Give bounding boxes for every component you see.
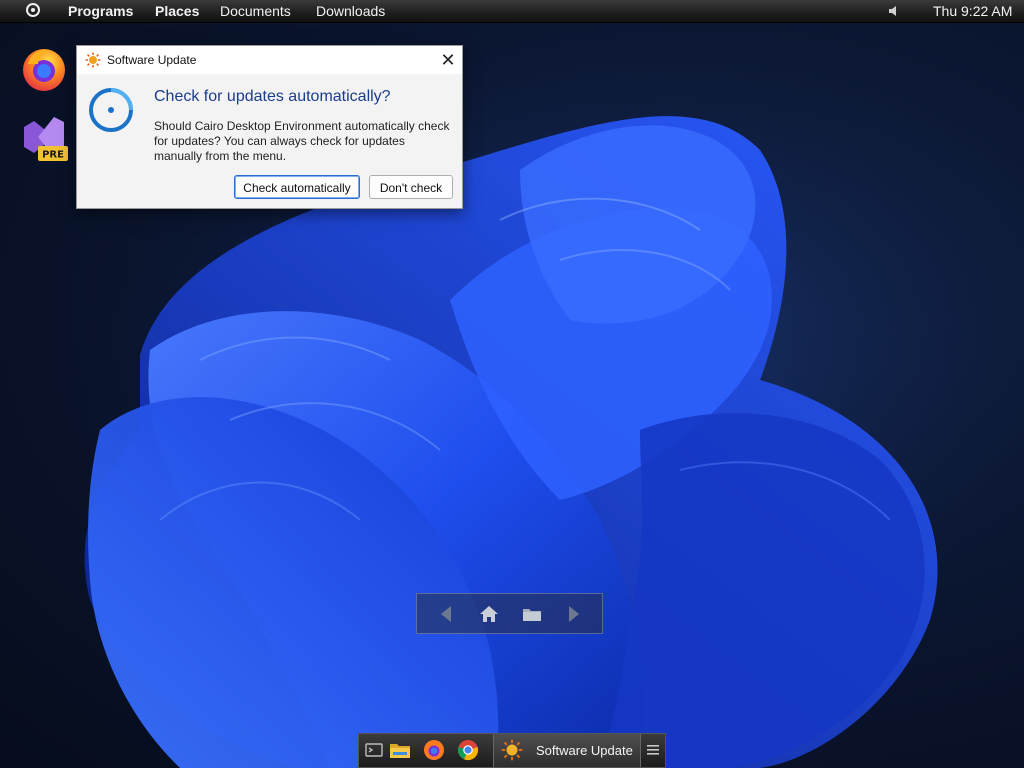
- pre-badge: PRE: [42, 150, 64, 161]
- visual-studio-preview-icon[interactable]: PRE: [20, 113, 68, 161]
- close-icon[interactable]: ✕: [437, 50, 459, 70]
- chrome-icon[interactable]: [457, 739, 479, 761]
- terminal-icon[interactable]: [363, 739, 385, 761]
- software-update-dialog: Software Update ✕ Check for updates auto…: [76, 45, 463, 209]
- menu-documents[interactable]: Documents: [220, 3, 291, 19]
- dont-check-button[interactable]: Don't check: [369, 175, 453, 199]
- desktop: Programs Places Documents Downloads Thu …: [0, 0, 1024, 768]
- firefox-icon[interactable]: [423, 739, 445, 761]
- desktop-navigation-widget: [416, 593, 603, 634]
- home-icon[interactable]: [477, 602, 501, 626]
- forward-arrow-icon[interactable]: [561, 602, 585, 626]
- sun-gear-icon: [501, 739, 523, 761]
- dialog-heading: Check for updates automatically?: [154, 88, 391, 105]
- check-automatically-button[interactable]: Check automatically: [234, 175, 360, 199]
- menu-places[interactable]: Places: [155, 3, 199, 19]
- firefox-icon[interactable]: [20, 44, 68, 92]
- volume-icon[interactable]: [888, 4, 902, 18]
- file-explorer-icon[interactable]: [389, 739, 411, 761]
- menu-bar: Programs Places Documents Downloads Thu …: [0, 0, 1024, 23]
- dialog-titlebar[interactable]: Software Update ✕: [77, 46, 462, 74]
- menu-programs[interactable]: Programs: [68, 3, 133, 19]
- taskbar-menu-icon[interactable]: [647, 743, 659, 757]
- taskbar-task-software-update[interactable]: Software Update: [493, 734, 641, 767]
- back-arrow-icon[interactable]: [435, 602, 459, 626]
- dialog-message: Should Cairo Desktop Environment automat…: [154, 119, 450, 163]
- folder-icon[interactable]: [520, 602, 544, 626]
- clock[interactable]: Thu 9:22 AM: [933, 3, 1012, 19]
- cairo-update-icon: [89, 88, 133, 132]
- taskbar-task-label: Software Update: [536, 743, 633, 758]
- sun-gear-icon: [85, 52, 101, 68]
- taskbar: Software Update: [358, 733, 666, 768]
- cairo-logo-icon[interactable]: [26, 3, 40, 17]
- menu-downloads[interactable]: Downloads: [316, 3, 385, 19]
- dialog-title: Software Update: [107, 53, 197, 67]
